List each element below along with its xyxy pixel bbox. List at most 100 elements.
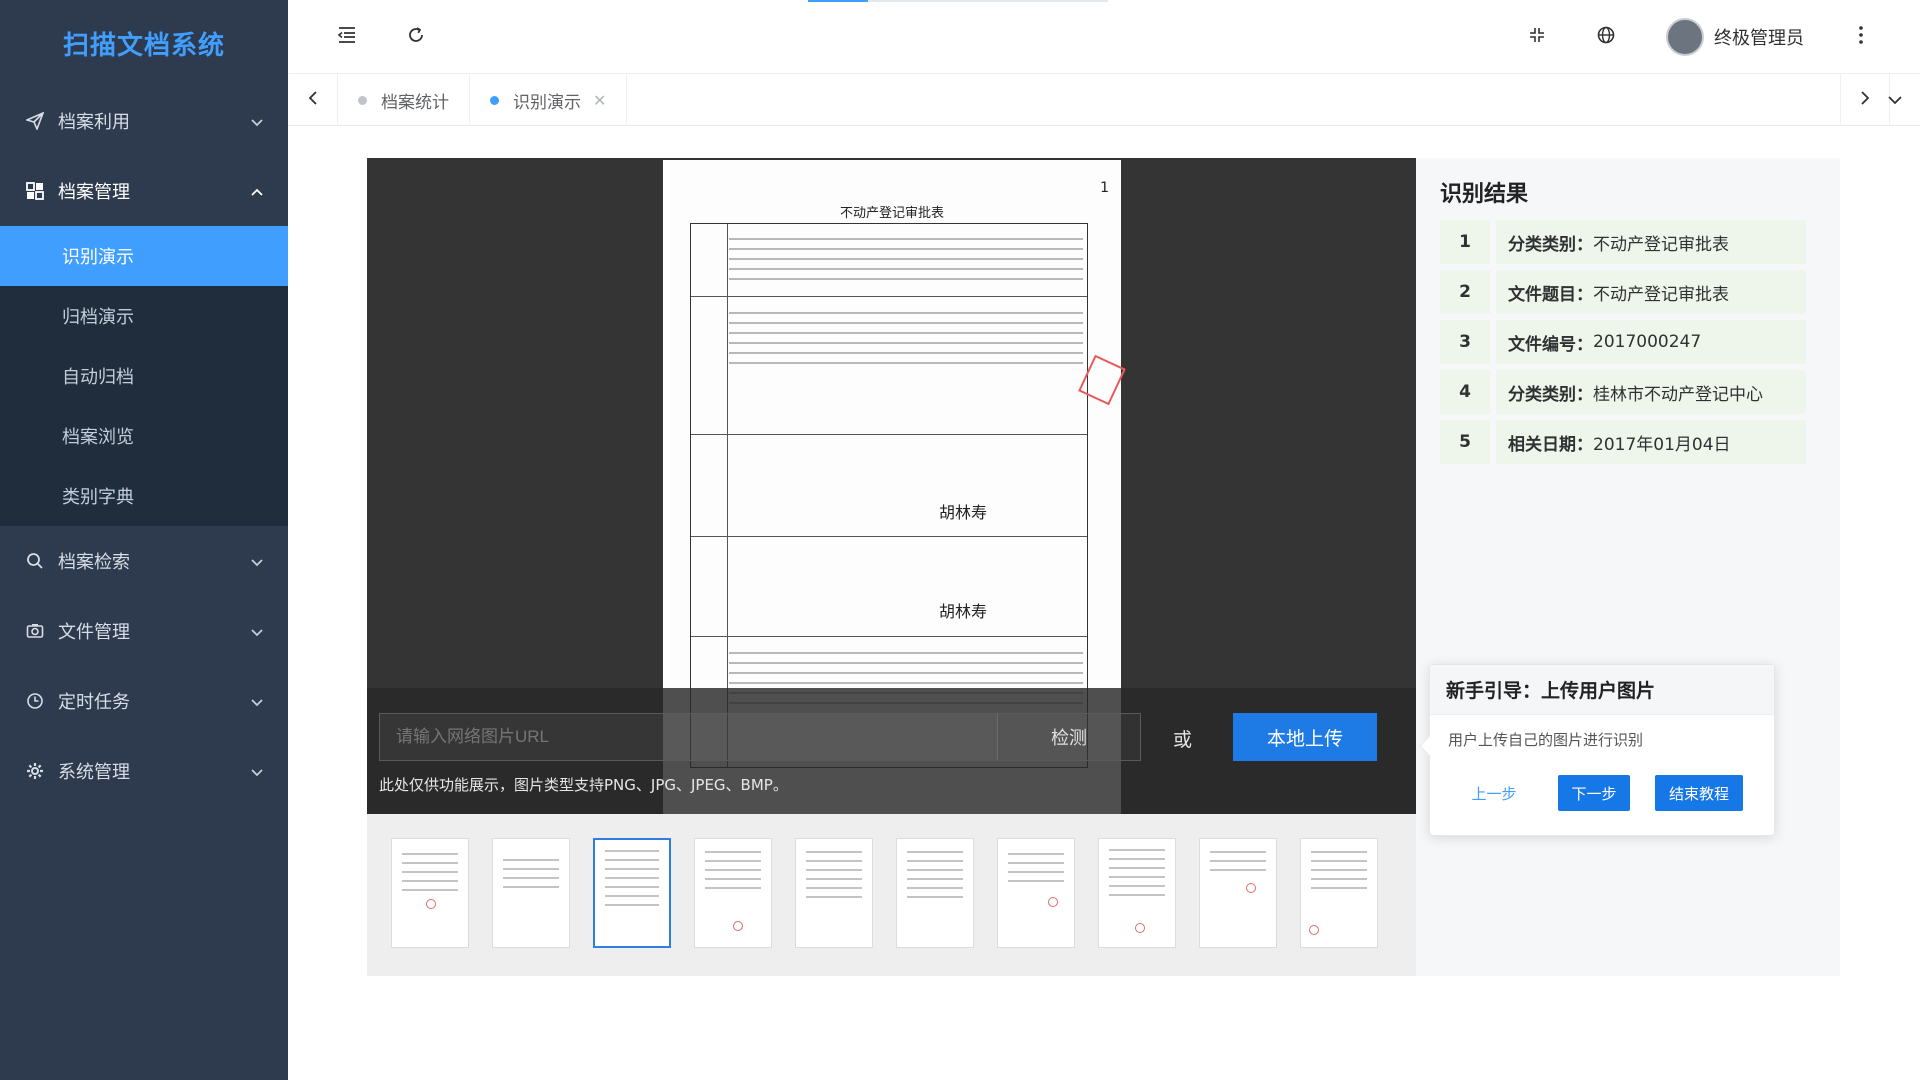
- sidebar-item-auto-archive[interactable]: 自动归档: [0, 346, 288, 406]
- result-value: 2017年01月04日: [1593, 434, 1731, 455]
- upload-bar: 检测 或 本地上传 此处仅供功能展示，图片类型支持PNG、JPG、JPEG、BM…: [367, 688, 1416, 814]
- upload-hint: 此处仅供功能展示，图片类型支持PNG、JPG、JPEG、BMP。: [379, 776, 788, 794]
- submenu-archive-manage: 识别演示 归档演示 自动归档 档案浏览 类别字典: [0, 226, 288, 526]
- sidebar-item-archive-manage[interactable]: 档案管理: [0, 156, 288, 226]
- tabs-bar: 档案统计 识别演示 ✕: [288, 74, 1920, 126]
- thumbnail[interactable]: [391, 838, 469, 948]
- more-vertical-icon: [1858, 25, 1864, 49]
- sidebar-item-label: 定时任务: [58, 692, 130, 713]
- guide-finish-button[interactable]: 结束教程: [1655, 775, 1743, 811]
- result-value: 2017000247: [1593, 332, 1702, 352]
- tab-recognition-demo[interactable]: 识别演示 ✕: [470, 74, 628, 126]
- sidebar: 扫描文档系统 档案利用 档案管理 识别演示 归档演示 自动归档 档案浏览 类别字…: [0, 0, 288, 1080]
- camera-icon: [24, 620, 46, 642]
- thumbnail[interactable]: [896, 838, 974, 948]
- top-progress-indicator: [808, 0, 1108, 2]
- result-row: 4 分类类别： 桂林市不动产登记中心: [1440, 370, 1806, 414]
- chevron-down-icon: [250, 763, 264, 784]
- close-icon[interactable]: ✕: [593, 91, 606, 110]
- thumbnail[interactable]: [1199, 838, 1277, 948]
- language-button[interactable]: [1591, 22, 1621, 52]
- sidebar-item-label: 档案利用: [58, 112, 130, 133]
- result-key: 文件题目：: [1508, 284, 1593, 305]
- thumbnail[interactable]: [795, 838, 873, 948]
- thumbnail[interactable]: [997, 838, 1075, 948]
- tab-status-dot: [358, 95, 367, 105]
- thumbnail[interactable]: [492, 838, 570, 948]
- tab-label: 识别演示: [513, 92, 581, 113]
- image-url-input[interactable]: [379, 713, 997, 761]
- collapse-menu-button[interactable]: [332, 22, 362, 52]
- sidebar-item-category-dict[interactable]: 类别字典: [0, 466, 288, 526]
- sidebar-item-system-manage[interactable]: 系统管理: [0, 736, 288, 806]
- result-content: 分类类别： 不动产登记审批表: [1496, 220, 1806, 264]
- chevron-down-icon: [250, 113, 264, 134]
- sidebar-item-file-manage[interactable]: 文件管理: [0, 596, 288, 666]
- globe-icon: [1596, 25, 1616, 49]
- result-row: 3 文件编号： 2017000247: [1440, 320, 1806, 364]
- guide-title: 新手引导：上传用户图片: [1430, 665, 1774, 715]
- more-options-button[interactable]: [1846, 22, 1876, 52]
- result-content: 相关日期： 2017年01月04日: [1496, 420, 1806, 464]
- recognition-results-panel: 识别结果 1 分类类别： 不动产登记审批表 2 文件题目： 不动产登记审批表 3 文…: [1416, 158, 1840, 976]
- result-index: 3: [1440, 320, 1490, 364]
- avatar: [1666, 18, 1704, 56]
- result-index: 5: [1440, 420, 1490, 464]
- result-key: 文件编号：: [1508, 334, 1593, 355]
- sidebar-item-label: 档案检索: [58, 552, 130, 573]
- search-icon: [24, 550, 46, 572]
- tab-label: 档案统计: [381, 92, 449, 113]
- document-title: 不动产登记审批表: [839, 206, 944, 221]
- guide-description: 用户上传自己的图片进行识别: [1448, 731, 1644, 749]
- thumbnail[interactable]: [593, 838, 671, 948]
- fullscreen-button[interactable]: [1522, 22, 1552, 52]
- chevron-down-icon: [1887, 91, 1903, 110]
- tabs-dropdown-button[interactable]: [1870, 74, 1920, 126]
- result-key: 分类类别：: [1508, 234, 1593, 255]
- document-page-number: 1: [1100, 180, 1109, 196]
- result-value: 不动产登记审批表: [1593, 284, 1729, 305]
- detect-button[interactable]: 检测: [997, 713, 1141, 761]
- result-value: 桂林市不动产登记中心: [1593, 384, 1763, 405]
- user-name: 终极管理员: [1714, 28, 1804, 49]
- refresh-icon: [406, 25, 426, 49]
- tab-status-dot: [490, 95, 499, 105]
- document-form-table: 胡林寿 胡林寿: [690, 223, 1088, 768]
- result-index: 4: [1440, 370, 1490, 414]
- thumbnail[interactable]: [1300, 838, 1378, 948]
- chevron-down-icon: [250, 623, 264, 644]
- result-index: 1: [1440, 220, 1490, 264]
- thumbnail-strip: [367, 814, 1416, 976]
- results-title: 识别结果: [1440, 182, 1529, 207]
- user-menu[interactable]: 终极管理员: [1666, 18, 1804, 56]
- result-row: 5 相关日期： 2017年01月04日: [1440, 420, 1806, 464]
- chevron-left-icon: [307, 90, 319, 110]
- sidebar-item-archive-demo[interactable]: 归档演示: [0, 286, 288, 346]
- thumbnail[interactable]: [1098, 838, 1176, 948]
- sidebar-item-recognition-demo[interactable]: 识别演示: [0, 226, 288, 286]
- dashboard-icon: [24, 180, 46, 202]
- result-value: 不动产登记审批表: [1593, 234, 1729, 255]
- sidebar-item-archive-search[interactable]: 档案检索: [0, 526, 288, 596]
- sidebar-item-scheduled-tasks[interactable]: 定时任务: [0, 666, 288, 736]
- sidebar-item-archive-use[interactable]: 档案利用: [0, 86, 288, 156]
- sidebar-item-archive-browse[interactable]: 档案浏览: [0, 406, 288, 466]
- result-key: 分类类别：: [1508, 384, 1593, 405]
- thumbnail[interactable]: [694, 838, 772, 948]
- gear-icon: [24, 760, 46, 782]
- tabs-scroll-left-button[interactable]: [288, 74, 338, 126]
- chevron-up-icon: [250, 183, 264, 204]
- guide-prev-button[interactable]: 上一步: [1464, 775, 1524, 811]
- result-content: 文件题目： 不动产登记审批表: [1496, 270, 1806, 314]
- refresh-button[interactable]: [401, 22, 431, 52]
- sidebar-item-label: 系统管理: [58, 762, 130, 783]
- or-label: 或: [1173, 729, 1193, 751]
- menu-fold-icon: [337, 26, 357, 48]
- signature: 胡林寿: [939, 602, 988, 621]
- guide-next-button[interactable]: 下一步: [1558, 775, 1630, 811]
- local-upload-button[interactable]: 本地上传: [1233, 713, 1377, 761]
- tab-archive-stats[interactable]: 档案统计: [338, 74, 470, 126]
- onboarding-guide-popover: 新手引导：上传用户图片 用户上传自己的图片进行识别 上一步 下一步 结束教程: [1419, 664, 1775, 836]
- top-header: 终极管理员: [288, 0, 1920, 74]
- result-index: 2: [1440, 270, 1490, 314]
